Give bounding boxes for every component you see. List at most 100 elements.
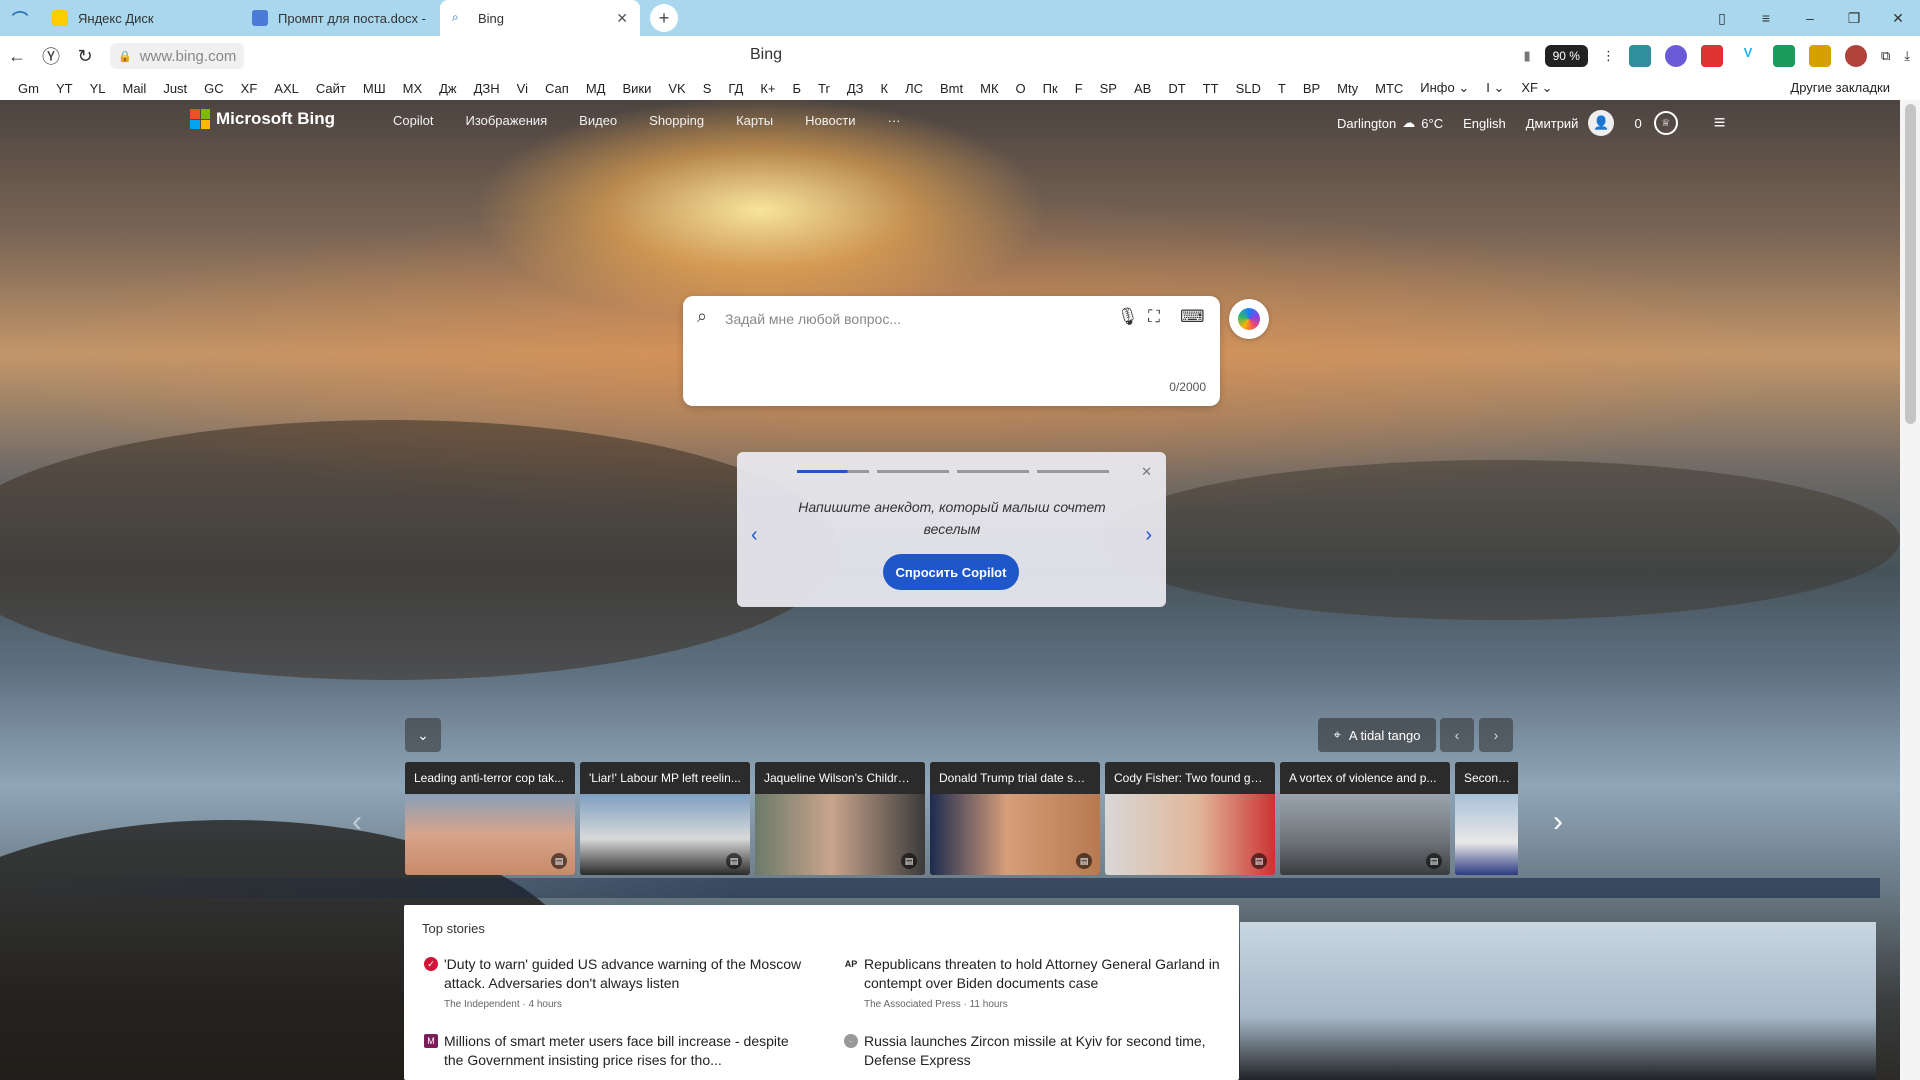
url-field[interactable]: 🔒 www.bing.com — [110, 43, 245, 69]
bookmark-panel-icon[interactable]: ▯ — [1700, 10, 1744, 27]
copilot-button[interactable] — [1229, 299, 1269, 339]
browser-logo-icon[interactable]: ⌒ — [0, 0, 40, 36]
hamburger-menu-icon[interactable]: ≡ — [1714, 112, 1726, 135]
nav-copilot[interactable]: Copilot — [393, 113, 433, 128]
bookmark-item[interactable]: VK — [668, 81, 685, 96]
rewards-icon[interactable]: ♕ — [1653, 111, 1678, 135]
story-title[interactable]: Russia launches Zircon missile at Kyiv f… — [864, 1032, 1224, 1070]
keyboard-icon[interactable]: ⌨ — [1180, 307, 1205, 327]
bookmark-folder[interactable]: І ⌄ — [1486, 80, 1504, 96]
menu-icon[interactable]: ≡ — [1744, 10, 1788, 26]
rewards-points[interactable]: 0 — [1634, 116, 1641, 131]
news-card[interactable]: A vortex of violence and p... ▤ — [1280, 762, 1450, 875]
weather-location[interactable]: Darlington — [1337, 116, 1396, 131]
nav-news[interactable]: Новости — [805, 113, 855, 128]
ask-copilot-button[interactable]: Спросить Copilot — [883, 554, 1019, 590]
bookmark-item[interactable]: Т — [1278, 81, 1286, 96]
news-card[interactable]: Jaqueline Wilson's Children... ▤ — [755, 762, 925, 875]
bookmark-item[interactable]: АВ — [1134, 81, 1151, 96]
carousel-next-icon[interactable]: › — [1553, 805, 1563, 839]
story-title[interactable]: Millions of smart meter users face bill … — [444, 1032, 804, 1070]
news-card[interactable]: 'Liar!' Labour MP left reelin... ▤ — [580, 762, 750, 875]
extension-icon[interactable] — [1700, 45, 1723, 67]
news-card[interactable]: Cody Fisher: Two found gui... ▤ — [1105, 762, 1275, 875]
bookmark-item[interactable]: DT — [1168, 81, 1185, 96]
tab-bing[interactable]: ⌕ Bing ✕ — [440, 0, 640, 36]
bookmark-item[interactable]: МХ — [403, 81, 423, 96]
bookmark-item[interactable]: SLD — [1236, 81, 1261, 96]
image-location-button[interactable]: ⌖ A tidal tango — [1318, 718, 1436, 752]
bookmark-item[interactable]: МК — [980, 81, 998, 96]
previous-image-button[interactable]: ‹ — [1440, 718, 1474, 752]
search-input[interactable]: Задай мне любой вопрос... — [725, 311, 901, 327]
bookmark-item[interactable]: YL — [90, 81, 106, 96]
nav-maps[interactable]: Карты — [736, 113, 773, 128]
bookmark-folder[interactable]: Инфо ⌄ — [1420, 80, 1469, 96]
news-card[interactable]: Secondary — [1455, 762, 1518, 875]
chevron-left-icon[interactable]: ‹ — [751, 524, 758, 547]
language-link[interactable]: English — [1463, 116, 1506, 131]
extension-icon[interactable] — [1808, 45, 1831, 67]
microphone-icon[interactable]: 🎙 — [1117, 307, 1139, 327]
bookmark-item[interactable]: Сап — [545, 81, 569, 96]
download-icon[interactable]: ⤓ — [1904, 48, 1910, 64]
bookmark-item[interactable]: Дж — [439, 81, 457, 96]
bookmark-item[interactable]: Tr — [818, 81, 830, 96]
nav-shopping[interactable]: Shopping — [649, 113, 704, 128]
bookmark-item[interactable]: К — [881, 81, 889, 96]
tab-yandex-disk[interactable]: Яндекс Диск — [40, 0, 240, 36]
bookmark-item[interactable]: МШ — [363, 81, 386, 96]
new-tab-button[interactable]: + — [650, 4, 678, 32]
bookmark-item[interactable]: Mty — [1337, 81, 1358, 96]
bookmark-item[interactable]: XF — [241, 81, 258, 96]
bookmark-folder[interactable]: XF ⌄ — [1521, 80, 1552, 96]
bookmark-item[interactable]: Вики — [622, 81, 651, 96]
bookmark-item[interactable]: МД — [586, 81, 606, 96]
story-title[interactable]: 'Duty to warn' guided US advance warning… — [444, 955, 804, 993]
bookmark-item[interactable]: Vi — [517, 81, 528, 96]
visual-search-icon[interactable]: ⛶ — [1148, 307, 1160, 327]
bookmark-item[interactable]: ТТ — [1203, 81, 1219, 96]
extension-icon[interactable] — [1772, 45, 1795, 67]
extension-icon[interactable] — [1664, 45, 1687, 67]
bookmark-item[interactable]: ГД — [728, 81, 743, 96]
extension-icon[interactable] — [1844, 45, 1867, 67]
restore-button[interactable]: ❐ — [1832, 10, 1876, 27]
more-icon[interactable]: ⋮ — [1602, 48, 1615, 64]
avatar[interactable]: 👤 — [1588, 110, 1615, 136]
nav-video[interactable]: Видео — [579, 113, 617, 128]
close-icon[interactable]: ✕ — [1141, 464, 1152, 480]
story-title[interactable]: Republicans threaten to hold Attorney Ge… — [864, 955, 1224, 993]
bookmark-item[interactable]: GC — [204, 81, 224, 96]
zoom-badge[interactable]: 90 % — [1544, 45, 1588, 67]
bookmark-item[interactable]: F — [1075, 81, 1083, 96]
scrollbar-thumb[interactable] — [1905, 104, 1916, 424]
bookmark-item[interactable]: О — [1016, 81, 1026, 96]
bookmark-item[interactable]: ДЗН — [474, 81, 500, 96]
user-name[interactable]: Дмитрий — [1526, 116, 1579, 131]
bookmark-item[interactable]: AXL — [274, 81, 299, 96]
chevron-down-icon[interactable]: ⌄ — [405, 718, 441, 752]
bookmark-item[interactable]: YT — [56, 81, 73, 96]
bookmark-item[interactable]: К+ — [760, 81, 775, 96]
bookmark-item[interactable]: Mail — [122, 81, 146, 96]
bookmark-icon[interactable]: ▮ — [1523, 48, 1530, 64]
bookmark-item[interactable]: ЛС — [905, 81, 923, 96]
bookmark-item[interactable]: S — [703, 81, 712, 96]
story-item[interactable]: · Russia launches Zircon missile at Kyiv… — [844, 1032, 1224, 1070]
minimize-button[interactable]: – — [1788, 10, 1832, 26]
bookmark-item[interactable]: ВР — [1303, 81, 1320, 96]
news-card[interactable]: Donald Trump trial date set... ▤ — [930, 762, 1100, 875]
back-button[interactable]: ← — [0, 46, 34, 67]
carousel-prev-icon[interactable]: ‹ — [352, 805, 362, 839]
extensions-icon[interactable]: ⧉ — [1881, 48, 1890, 64]
bookmark-item[interactable]: ДЗ — [847, 81, 864, 96]
extension-icon[interactable] — [1628, 45, 1651, 67]
next-image-button[interactable]: › — [1479, 718, 1513, 752]
yandex-icon[interactable]: Ⓨ — [34, 43, 68, 69]
search-box[interactable]: ⌕ Задай мне любой вопрос... 🎙 ⛶ ⌨ 0/2000 — [683, 296, 1220, 406]
close-icon[interactable]: ✕ — [616, 10, 628, 27]
bookmark-item[interactable]: МТС — [1375, 81, 1403, 96]
bing-logo[interactable]: Microsoft Bing — [190, 109, 335, 129]
other-bookmarks[interactable]: Другие закладки — [1790, 80, 1890, 95]
